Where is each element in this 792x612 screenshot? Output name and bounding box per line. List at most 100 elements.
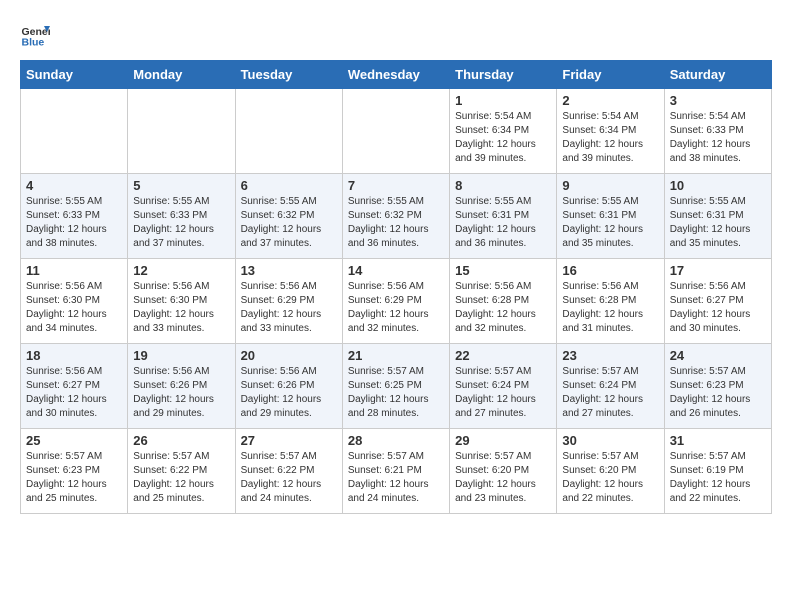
calendar-day-6: 6Sunrise: 5:55 AM Sunset: 6:32 PM Daylig…	[235, 174, 342, 259]
calendar-empty	[128, 89, 235, 174]
day-detail: Sunrise: 5:55 AM Sunset: 6:31 PM Dayligh…	[455, 195, 551, 251]
calendar-week-1: 1 Sunrise: 5:54 AM Sunset: 6:34 PM Daylig…	[21, 89, 772, 174]
day-detail: Sunrise: 5:56 AM Sunset: 6:30 PM Dayligh…	[26, 280, 122, 336]
day-detail: Sunrise: 5:57 AM Sunset: 6:21 PM Dayligh…	[348, 450, 444, 506]
day-detail: Sunrise: 5:56 AM Sunset: 6:27 PM Dayligh…	[26, 365, 122, 421]
day-header-tuesday: Tuesday	[235, 61, 342, 89]
logo-icon: General Blue	[20, 20, 50, 50]
day-number: 18	[26, 348, 122, 363]
day-header-monday: Monday	[128, 61, 235, 89]
calendar-table: SundayMondayTuesdayWednesdayThursdayFrid…	[20, 60, 772, 514]
day-detail: Sunrise: 5:56 AM Sunset: 6:26 PM Dayligh…	[241, 365, 337, 421]
calendar-day-2: 2 Sunrise: 5:54 AM Sunset: 6:34 PM Daylig…	[557, 89, 664, 174]
day-detail: Sunrise: 5:57 AM Sunset: 6:22 PM Dayligh…	[241, 450, 337, 506]
day-number: 6	[241, 178, 337, 193]
day-number: 20	[241, 348, 337, 363]
calendar-day-4: 4 Sunrise: 5:55 AM Sunset: 6:33 PM Daylig…	[21, 174, 128, 259]
day-header-sunday: Sunday	[21, 61, 128, 89]
calendar-day-15: 15 Sunrise: 5:56 AM Sunset: 6:28 PM Dayli…	[450, 259, 557, 344]
day-detail: Sunrise: 5:55 AM Sunset: 6:31 PM Dayligh…	[670, 195, 766, 251]
calendar-day-3: 3Sunrise: 5:54 AM Sunset: 6:33 PM Daylig…	[664, 89, 771, 174]
day-detail: Sunrise: 5:57 AM Sunset: 6:19 PM Dayligh…	[670, 450, 766, 506]
calendar-day-7: 7 Sunrise: 5:55 AM Sunset: 6:32 PM Daylig…	[342, 174, 449, 259]
day-number: 28	[348, 433, 444, 448]
svg-text:Blue: Blue	[22, 37, 45, 49]
day-number: 19	[133, 348, 229, 363]
day-detail: Sunrise: 5:55 AM Sunset: 6:31 PM Dayligh…	[562, 195, 658, 251]
day-detail: Sunrise: 5:57 AM Sunset: 6:23 PM Dayligh…	[670, 365, 766, 421]
calendar-day-17: 17 Sunrise: 5:56 AM Sunset: 6:27 PM Dayli…	[664, 259, 771, 344]
day-detail: Sunrise: 5:56 AM Sunset: 6:27 PM Dayligh…	[670, 280, 766, 336]
calendar-day-22: 22Sunrise: 5:57 AM Sunset: 6:24 PM Dayli…	[450, 344, 557, 429]
calendar-day-21: 21Sunrise: 5:57 AM Sunset: 6:25 PM Dayli…	[342, 344, 449, 429]
calendar-day-31: 31Sunrise: 5:57 AM Sunset: 6:19 PM Dayli…	[664, 429, 771, 514]
day-number: 7	[348, 178, 444, 193]
day-detail: Sunrise: 5:56 AM Sunset: 6:26 PM Dayligh…	[133, 365, 229, 421]
day-number: 22	[455, 348, 551, 363]
calendar-day-9: 9 Sunrise: 5:55 AM Sunset: 6:31 PM Daylig…	[557, 174, 664, 259]
calendar-day-16: 16Sunrise: 5:56 AM Sunset: 6:28 PM Dayli…	[557, 259, 664, 344]
calendar-day-27: 27 Sunrise: 5:57 AM Sunset: 6:22 PM Dayli…	[235, 429, 342, 514]
day-detail: Sunrise: 5:57 AM Sunset: 6:25 PM Dayligh…	[348, 365, 444, 421]
day-number: 27	[241, 433, 337, 448]
calendar-day-12: 12 Sunrise: 5:56 AM Sunset: 6:30 PM Dayli…	[128, 259, 235, 344]
day-number: 25	[26, 433, 122, 448]
day-number: 4	[26, 178, 122, 193]
day-detail: Sunrise: 5:57 AM Sunset: 6:20 PM Dayligh…	[562, 450, 658, 506]
day-detail: Sunrise: 5:56 AM Sunset: 6:28 PM Dayligh…	[562, 280, 658, 336]
day-detail: Sunrise: 5:56 AM Sunset: 6:30 PM Dayligh…	[133, 280, 229, 336]
day-number: 11	[26, 263, 122, 278]
day-number: 2	[562, 93, 658, 108]
calendar-day-18: 18 Sunrise: 5:56 AM Sunset: 6:27 PM Dayli…	[21, 344, 128, 429]
calendar-day-29: 29Sunrise: 5:57 AM Sunset: 6:20 PM Dayli…	[450, 429, 557, 514]
calendar-empty	[235, 89, 342, 174]
calendar-day-20: 20 Sunrise: 5:56 AM Sunset: 6:26 PM Dayli…	[235, 344, 342, 429]
day-number: 23	[562, 348, 658, 363]
day-header-thursday: Thursday	[450, 61, 557, 89]
calendar-day-26: 26Sunrise: 5:57 AM Sunset: 6:22 PM Dayli…	[128, 429, 235, 514]
day-number: 9	[562, 178, 658, 193]
day-detail: Sunrise: 5:55 AM Sunset: 6:32 PM Dayligh…	[348, 195, 444, 251]
day-detail: Sunrise: 5:54 AM Sunset: 6:34 PM Dayligh…	[455, 110, 551, 166]
day-header-friday: Friday	[557, 61, 664, 89]
day-number: 24	[670, 348, 766, 363]
day-number: 14	[348, 263, 444, 278]
calendar-week-5: 25 Sunrise: 5:57 AM Sunset: 6:23 PM Dayli…	[21, 429, 772, 514]
day-number: 17	[670, 263, 766, 278]
calendar-day-23: 23 Sunrise: 5:57 AM Sunset: 6:24 PM Dayli…	[557, 344, 664, 429]
calendar-week-2: 4 Sunrise: 5:55 AM Sunset: 6:33 PM Daylig…	[21, 174, 772, 259]
day-number: 8	[455, 178, 551, 193]
day-detail: Sunrise: 5:54 AM Sunset: 6:33 PM Dayligh…	[670, 110, 766, 166]
day-detail: Sunrise: 5:57 AM Sunset: 6:23 PM Dayligh…	[26, 450, 122, 506]
day-detail: Sunrise: 5:56 AM Sunset: 6:29 PM Dayligh…	[241, 280, 337, 336]
day-number: 1	[455, 93, 551, 108]
day-detail: Sunrise: 5:57 AM Sunset: 6:22 PM Dayligh…	[133, 450, 229, 506]
day-detail: Sunrise: 5:54 AM Sunset: 6:34 PM Dayligh…	[562, 110, 658, 166]
day-number: 15	[455, 263, 551, 278]
day-detail: Sunrise: 5:55 AM Sunset: 6:33 PM Dayligh…	[133, 195, 229, 251]
calendar-empty	[21, 89, 128, 174]
day-number: 13	[241, 263, 337, 278]
calendar-week-4: 18 Sunrise: 5:56 AM Sunset: 6:27 PM Dayli…	[21, 344, 772, 429]
calendar-day-30: 30 Sunrise: 5:57 AM Sunset: 6:20 PM Dayli…	[557, 429, 664, 514]
day-number: 10	[670, 178, 766, 193]
day-detail: Sunrise: 5:55 AM Sunset: 6:33 PM Dayligh…	[26, 195, 122, 251]
day-header-saturday: Saturday	[664, 61, 771, 89]
calendar-day-5: 5Sunrise: 5:55 AM Sunset: 6:33 PM Daylig…	[128, 174, 235, 259]
day-number: 30	[562, 433, 658, 448]
day-detail: Sunrise: 5:57 AM Sunset: 6:24 PM Dayligh…	[562, 365, 658, 421]
day-header-wednesday: Wednesday	[342, 61, 449, 89]
calendar-week-3: 11 Sunrise: 5:56 AM Sunset: 6:30 PM Dayli…	[21, 259, 772, 344]
day-detail: Sunrise: 5:56 AM Sunset: 6:28 PM Dayligh…	[455, 280, 551, 336]
calendar-day-24: 24 Sunrise: 5:57 AM Sunset: 6:23 PM Dayli…	[664, 344, 771, 429]
day-number: 12	[133, 263, 229, 278]
calendar-day-13: 13 Sunrise: 5:56 AM Sunset: 6:29 PM Dayli…	[235, 259, 342, 344]
calendar-day-10: 10 Sunrise: 5:55 AM Sunset: 6:31 PM Dayli…	[664, 174, 771, 259]
day-detail: Sunrise: 5:56 AM Sunset: 6:29 PM Dayligh…	[348, 280, 444, 336]
page-header: General Blue	[20, 20, 772, 50]
calendar-day-28: 28 Sunrise: 5:57 AM Sunset: 6:21 PM Dayli…	[342, 429, 449, 514]
calendar-body: 1 Sunrise: 5:54 AM Sunset: 6:34 PM Daylig…	[21, 89, 772, 514]
calendar-day-11: 11 Sunrise: 5:56 AM Sunset: 6:30 PM Dayli…	[21, 259, 128, 344]
day-number: 29	[455, 433, 551, 448]
calendar-day-8: 8 Sunrise: 5:55 AM Sunset: 6:31 PM Daylig…	[450, 174, 557, 259]
